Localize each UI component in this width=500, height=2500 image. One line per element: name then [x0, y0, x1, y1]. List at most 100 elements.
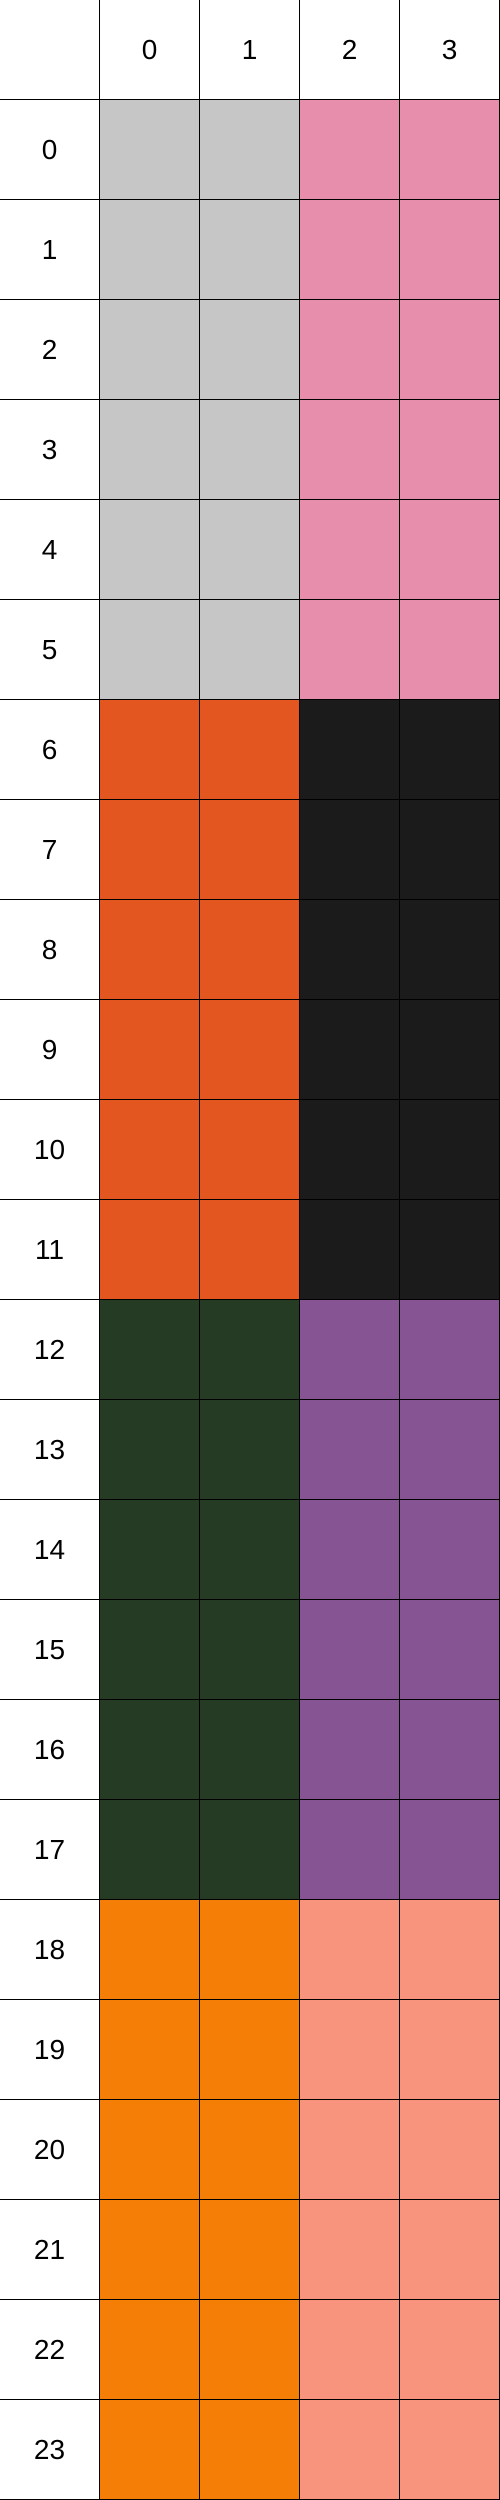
- row-header-4: 4: [0, 500, 100, 600]
- grid-cell-r3-c1: [200, 400, 300, 500]
- column-header-2: 2: [300, 0, 400, 100]
- grid-cell-r10-c2: [300, 1100, 400, 1200]
- grid-cell-r3-c0: [100, 400, 200, 500]
- row-header-10: 10: [0, 1100, 100, 1200]
- grid-cell-r15-c2: [300, 1600, 400, 1700]
- grid-cell-r16-c2: [300, 1700, 400, 1800]
- grid-cell-r12-c2: [300, 1300, 400, 1400]
- grid-cell-r4-c0: [100, 500, 200, 600]
- column-header-3: 3: [400, 0, 500, 100]
- grid-cell-r12-c1: [200, 1300, 300, 1400]
- grid-cell-r3-c3: [400, 400, 500, 500]
- grid-cell-r0-c0: [100, 100, 200, 200]
- grid-cell-r6-c3: [400, 700, 500, 800]
- row-header-23: 23: [0, 2400, 100, 2500]
- grid-cell-r19-c2: [300, 2000, 400, 2100]
- grid-cell-r1-c1: [200, 200, 300, 300]
- grid-cell-r5-c3: [400, 600, 500, 700]
- grid-cell-r19-c1: [200, 2000, 300, 2100]
- grid-cell-r22-c2: [300, 2300, 400, 2400]
- row-header-2: 2: [0, 300, 100, 400]
- grid-cell-r8-c0: [100, 900, 200, 1000]
- grid-cell-r18-c2: [300, 1900, 400, 2000]
- grid-cell-r14-c2: [300, 1500, 400, 1600]
- grid-cell-r2-c1: [200, 300, 300, 400]
- row-header-13: 13: [0, 1400, 100, 1500]
- grid-cell-r12-c0: [100, 1300, 200, 1400]
- row-header-16: 16: [0, 1700, 100, 1800]
- grid-cell-r11-c2: [300, 1200, 400, 1300]
- grid-cell-r2-c2: [300, 300, 400, 400]
- grid-cell-r17-c3: [400, 1800, 500, 1900]
- grid-cell-r13-c1: [200, 1400, 300, 1500]
- row-header-14: 14: [0, 1500, 100, 1600]
- grid-cell-r1-c2: [300, 200, 400, 300]
- grid-cell-r20-c1: [200, 2100, 300, 2200]
- grid-cell-r18-c0: [100, 1900, 200, 2000]
- grid-cell-r0-c1: [200, 100, 300, 200]
- grid-cell-r22-c0: [100, 2300, 200, 2400]
- row-header-15: 15: [0, 1600, 100, 1700]
- grid-cell-r3-c2: [300, 400, 400, 500]
- corner-cell: [0, 0, 100, 100]
- grid-cell-r21-c3: [400, 2200, 500, 2300]
- grid-cell-r9-c1: [200, 1000, 300, 1100]
- grid-cell-r9-c2: [300, 1000, 400, 1100]
- row-header-17: 17: [0, 1800, 100, 1900]
- grid-cell-r19-c0: [100, 2000, 200, 2100]
- grid-cell-r15-c0: [100, 1600, 200, 1700]
- grid-cell-r4-c1: [200, 500, 300, 600]
- row-header-7: 7: [0, 800, 100, 900]
- grid-cell-r7-c1: [200, 800, 300, 900]
- grid-cell-r23-c1: [200, 2400, 300, 2500]
- grid-cell-r4-c3: [400, 500, 500, 600]
- grid-cell-r6-c0: [100, 700, 200, 800]
- row-header-18: 18: [0, 1900, 100, 2000]
- grid-cell-r17-c0: [100, 1800, 200, 1900]
- grid-cell-r8-c2: [300, 900, 400, 1000]
- grid-cell-r6-c2: [300, 700, 400, 800]
- grid-cell-r2-c0: [100, 300, 200, 400]
- row-header-5: 5: [0, 600, 100, 700]
- row-header-6: 6: [0, 700, 100, 800]
- row-header-3: 3: [0, 400, 100, 500]
- grid-cell-r13-c3: [400, 1400, 500, 1500]
- grid-cell-r5-c1: [200, 600, 300, 700]
- grid-cell-r11-c0: [100, 1200, 200, 1300]
- grid-cell-r19-c3: [400, 2000, 500, 2100]
- grid-cell-r15-c3: [400, 1600, 500, 1700]
- grid-cell-r14-c1: [200, 1500, 300, 1600]
- grid-cell-r1-c0: [100, 200, 200, 300]
- row-header-11: 11: [0, 1200, 100, 1300]
- grid-cell-r13-c2: [300, 1400, 400, 1500]
- grid-cell-r7-c3: [400, 800, 500, 900]
- grid-cell-r16-c1: [200, 1700, 300, 1800]
- grid-cell-r0-c2: [300, 100, 400, 200]
- grid-cell-r20-c2: [300, 2100, 400, 2200]
- grid-cell-r23-c0: [100, 2400, 200, 2500]
- grid-cell-r21-c1: [200, 2200, 300, 2300]
- row-header-0: 0: [0, 100, 100, 200]
- grid-cell-r9-c0: [100, 1000, 200, 1100]
- grid-cell-r11-c1: [200, 1200, 300, 1300]
- grid-cell-r17-c2: [300, 1800, 400, 1900]
- grid-cell-r14-c0: [100, 1500, 200, 1600]
- grid-cell-r20-c0: [100, 2100, 200, 2200]
- grid-cell-r21-c2: [300, 2200, 400, 2300]
- grid-cell-r6-c1: [200, 700, 300, 800]
- grid-cell-r14-c3: [400, 1500, 500, 1600]
- grid-cell-r2-c3: [400, 300, 500, 400]
- grid-cell-r12-c3: [400, 1300, 500, 1400]
- grid-cell-r11-c3: [400, 1200, 500, 1300]
- row-header-1: 1: [0, 200, 100, 300]
- column-header-1: 1: [200, 0, 300, 100]
- grid-cell-r10-c1: [200, 1100, 300, 1200]
- row-header-20: 20: [0, 2100, 100, 2200]
- column-header-0: 0: [100, 0, 200, 100]
- grid-cell-r16-c3: [400, 1700, 500, 1800]
- grid-cell-r17-c1: [200, 1800, 300, 1900]
- grid-cell-r22-c1: [200, 2300, 300, 2400]
- grid-cell-r8-c1: [200, 900, 300, 1000]
- grid-cell-r18-c1: [200, 1900, 300, 2000]
- row-header-21: 21: [0, 2200, 100, 2300]
